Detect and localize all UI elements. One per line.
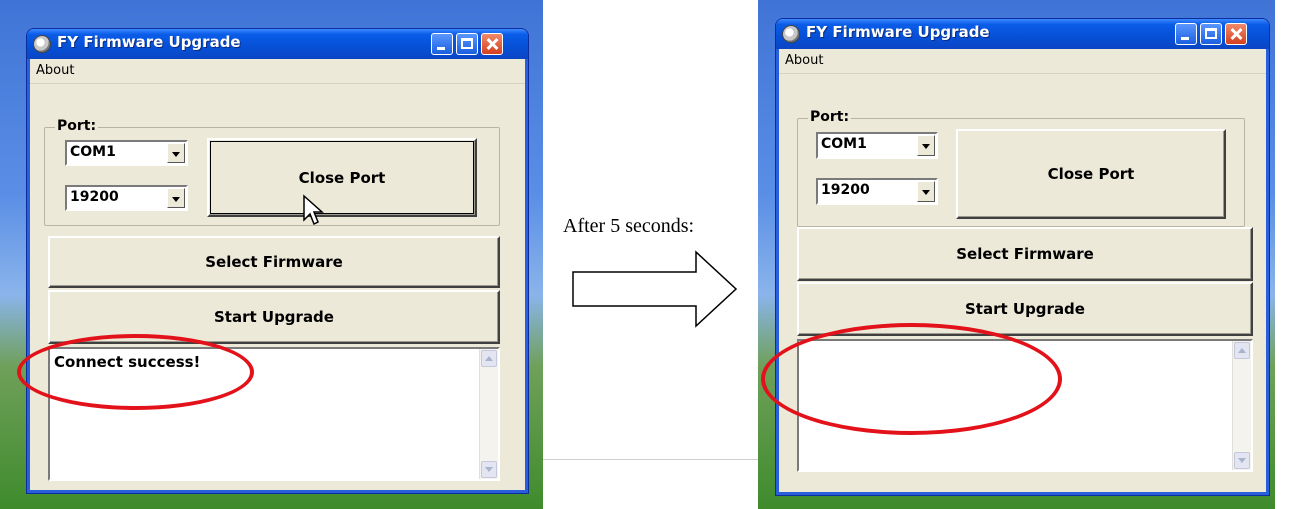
scroll-down-icon[interactable]	[481, 461, 497, 478]
scroll-up-icon[interactable]	[481, 350, 497, 367]
close-port-button[interactable]: Close Port	[207, 138, 477, 217]
maximize-icon	[1205, 28, 1217, 39]
chevron-down-icon[interactable]	[917, 135, 935, 156]
highlight-ellipse	[17, 334, 254, 410]
minimize-button[interactable]	[1175, 23, 1197, 45]
window-title: FY Firmware Upgrade	[57, 33, 241, 51]
title-bar[interactable]: FY Firmware Upgrade	[776, 19, 1269, 49]
log-scrollbar[interactable]	[1232, 341, 1251, 470]
divider-line	[543, 459, 758, 460]
globe-icon	[33, 35, 51, 53]
baud-rate-value: 19200	[821, 182, 870, 198]
app-window: FY Firmware Upgrade About Port: COM1 192…	[26, 28, 529, 494]
chevron-down-icon[interactable]	[167, 188, 185, 208]
log-scrollbar[interactable]	[479, 349, 498, 479]
select-firmware-button[interactable]: Select Firmware	[797, 227, 1253, 281]
screenshot-after: FY Firmware Upgrade About Port: COM1 192…	[758, 0, 1275, 509]
chevron-down-icon[interactable]	[167, 143, 185, 163]
minimize-button[interactable]	[431, 33, 453, 55]
screenshot-before: FY Firmware Upgrade About Port: COM1 192…	[0, 0, 543, 509]
select-firmware-button[interactable]: Select Firmware	[48, 236, 500, 288]
minimize-icon	[437, 47, 445, 50]
maximize-button[interactable]	[1200, 23, 1222, 45]
transition-caption: After 5 seconds:	[563, 215, 695, 237]
scroll-up-icon[interactable]	[1234, 342, 1250, 359]
close-port-button[interactable]: Close Port	[956, 129, 1226, 219]
com-port-value: COM1	[70, 144, 116, 160]
port-label: Port:	[808, 109, 852, 125]
window-title: FY Firmware Upgrade	[806, 23, 990, 41]
globe-icon	[782, 25, 800, 43]
right-arrow-icon	[572, 250, 738, 328]
com-port-value: COM1	[821, 136, 867, 152]
baud-rate-value: 19200	[70, 189, 119, 205]
chevron-down-icon[interactable]	[917, 181, 935, 202]
close-icon	[482, 34, 502, 54]
maximize-button[interactable]	[456, 33, 478, 55]
close-button[interactable]	[1225, 23, 1247, 45]
title-bar[interactable]: FY Firmware Upgrade	[27, 29, 528, 59]
scroll-down-icon[interactable]	[1234, 452, 1250, 469]
baud-rate-select[interactable]: 19200	[65, 185, 188, 211]
menu-bar: About	[779, 49, 1266, 74]
highlight-ellipse	[761, 323, 1062, 435]
port-label: Port:	[55, 118, 99, 134]
menu-about[interactable]: About	[36, 63, 74, 78]
minimize-icon	[1181, 37, 1189, 40]
com-port-select[interactable]: COM1	[816, 132, 938, 159]
com-port-select[interactable]: COM1	[65, 140, 188, 166]
baud-rate-select[interactable]: 19200	[816, 178, 938, 205]
mouse-pointer-icon	[303, 194, 324, 226]
close-icon	[1226, 24, 1246, 44]
maximize-icon	[461, 38, 473, 49]
close-button[interactable]	[481, 33, 503, 55]
menu-about[interactable]: About	[785, 53, 823, 68]
menu-bar: About	[30, 59, 525, 84]
